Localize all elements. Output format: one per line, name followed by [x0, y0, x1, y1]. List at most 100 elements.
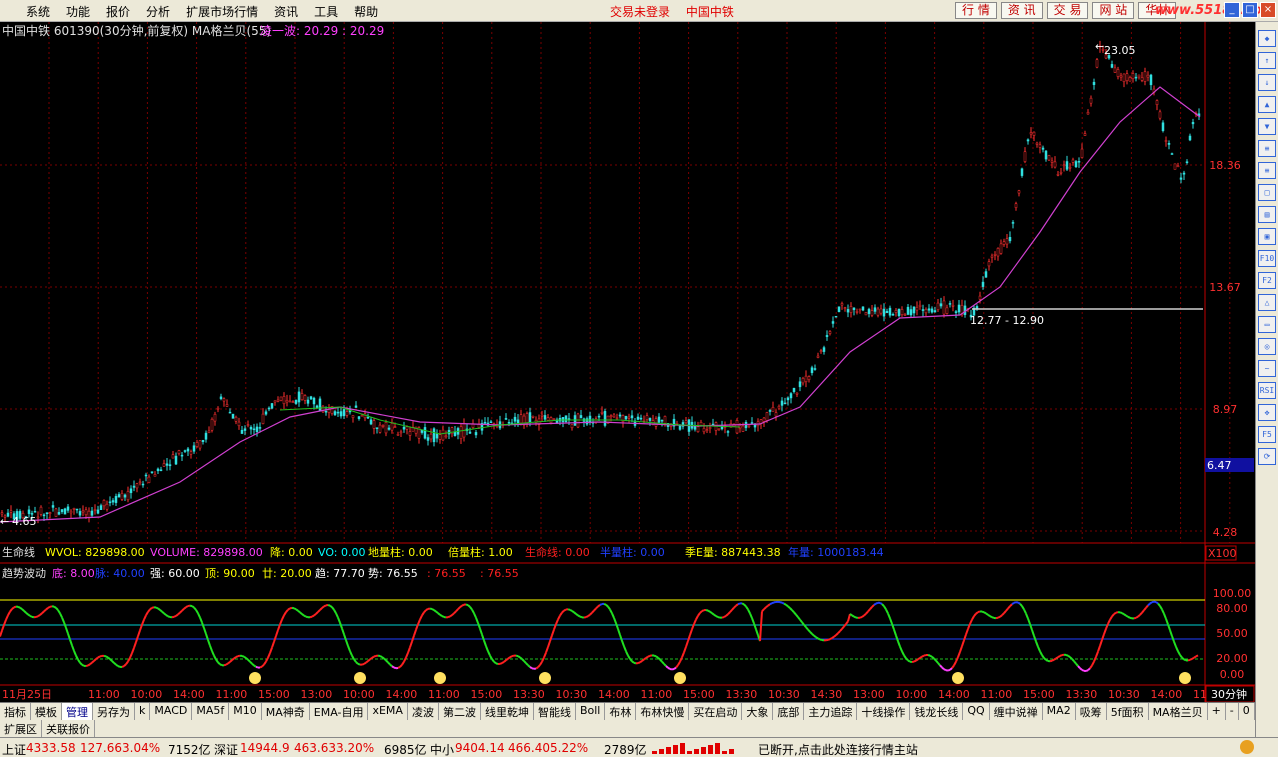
menu-help[interactable]: 帮助 [346, 3, 386, 20]
tab-item[interactable]: 指标 [0, 703, 31, 720]
nav-button[interactable]: + [1208, 703, 1226, 720]
right-tool-icon[interactable]: ▤ [1258, 206, 1276, 223]
nav-button[interactable]: - [1226, 703, 1239, 720]
candle-body [126, 491, 130, 501]
trend-segment [645, 655, 649, 659]
trend-segment [1109, 615, 1113, 621]
right-tool-icon[interactable]: ↓ [1258, 74, 1276, 91]
menu-quote[interactable]: 报价 [98, 3, 138, 20]
candle-body [123, 494, 127, 498]
right-tool-icon[interactable]: ≡ [1258, 140, 1276, 157]
period-label[interactable]: 30分钟 [1211, 687, 1247, 701]
tab-item[interactable]: xEMA [368, 703, 408, 720]
right-tool-icon[interactable]: ≡ [1258, 162, 1276, 179]
right-tool-icon[interactable]: ⟳ [1258, 448, 1276, 465]
tab-item[interactable]: 主力追踪 [804, 703, 858, 720]
right-tool-icon[interactable]: F5 [1258, 426, 1276, 443]
menu-extended-market[interactable]: 扩展市场行情 [178, 3, 266, 20]
candle-body [303, 395, 307, 401]
trend-segment [137, 629, 141, 637]
tab-item[interactable]: 缠中说禅 [990, 703, 1043, 720]
tab-item[interactable]: 买在启动 [689, 703, 743, 720]
maximize-icon[interactable]: □ [1242, 2, 1258, 18]
trend-segment [619, 634, 623, 642]
candle-body [1011, 222, 1015, 224]
right-tool-icon[interactable]: △ [1258, 294, 1276, 311]
tab-item[interactable]: MACD [150, 703, 193, 720]
menu-system[interactable]: 系统 [18, 3, 58, 20]
tab-item[interactable]: MA神奇 [262, 703, 310, 720]
signal-bar [687, 751, 692, 754]
tab-item[interactable]: 凌波 [408, 703, 439, 720]
candle-body [459, 426, 463, 439]
chart-area[interactable]: 中国中铁 601390(30分钟,前复权) MA格兰贝(55) 凌一波: 20.… [0, 22, 1255, 702]
trend-segment [339, 622, 343, 629]
trend-segment [265, 657, 269, 663]
tab-item[interactable]: 大象 [742, 703, 774, 720]
time-label: 13:30 [726, 688, 758, 701]
tab-item[interactable]: MA格兰贝 [1149, 703, 1208, 720]
tab-item[interactable]: 模板 [31, 703, 62, 720]
menu-function[interactable]: 功能 [58, 3, 98, 20]
tab-item[interactable]: 线里乾坤 [481, 703, 534, 720]
minimize-icon[interactable]: _ [1224, 2, 1240, 18]
tab-item[interactable]: EMA-自用 [310, 703, 369, 720]
tab-item[interactable]: 5f面积 [1107, 703, 1149, 720]
tab-item[interactable]: 底部 [773, 703, 805, 720]
notification-icon[interactable] [1240, 740, 1254, 754]
right-tool-icon[interactable]: ◎ [1258, 338, 1276, 355]
connection-status[interactable]: 已断开,点击此处连接行情主站 [758, 741, 918, 757]
tab-extended-area[interactable]: 扩展区 [0, 720, 42, 737]
candle-body [675, 423, 679, 425]
right-tool-icon[interactable]: F2 [1258, 272, 1276, 289]
trend-segment [931, 656, 935, 660]
tab-item[interactable]: 第二波 [439, 703, 481, 720]
tab-item[interactable]: MA2 [1043, 703, 1076, 720]
website-button[interactable]: 网 站 [1092, 2, 1135, 19]
trend-segment [615, 622, 619, 630]
right-tool-icon[interactable]: ▣ [1258, 228, 1276, 245]
trend-segment [413, 629, 417, 636]
right-tool-icon[interactable]: ↑ [1258, 52, 1276, 69]
trend-segment [1079, 667, 1083, 671]
right-tool-icon[interactable]: ▭ [1258, 316, 1276, 333]
trend-segment [863, 612, 867, 617]
tab-item[interactable]: 布林快慢 [636, 703, 690, 720]
candle-body [1038, 144, 1042, 148]
menu-news[interactable]: 资讯 [266, 3, 306, 20]
nav-button[interactable]: 0 [1239, 703, 1255, 720]
tab-item[interactable]: 吸筹 [1076, 703, 1107, 720]
trend-segment [811, 633, 815, 637]
right-tool-icon[interactable]: F10 [1258, 250, 1276, 267]
quote-button[interactable]: 行 情 [955, 2, 997, 19]
right-tool-icon[interactable]: ▼ [1258, 118, 1276, 135]
candle-body [168, 464, 172, 467]
trend-segment [85, 664, 89, 668]
tab-item[interactable]: 钱龙长线 [910, 703, 964, 720]
trend-y-100: 100.00 [1213, 587, 1252, 600]
right-tool-icon[interactable]: ◆ [1258, 30, 1276, 47]
right-tool-icon[interactable]: ~ [1258, 360, 1276, 377]
tab-item[interactable]: 智能线 [534, 703, 576, 720]
right-tool-icon[interactable]: ✥ [1258, 404, 1276, 421]
tab-item[interactable]: Boll [576, 703, 606, 720]
tab-related-quote[interactable]: 关联报价 [42, 720, 95, 737]
close-icon[interactable]: × [1260, 2, 1276, 18]
tab-item[interactable]: 布林 [605, 703, 637, 720]
news-button[interactable]: 资 讯 [1000, 2, 1043, 19]
trade-button[interactable]: 交 易 [1046, 2, 1089, 19]
right-tool-icon[interactable]: ▲ [1258, 96, 1276, 113]
tab-item[interactable]: M10 [229, 703, 262, 720]
trend-segment [897, 640, 901, 647]
candle-body [936, 302, 940, 311]
right-tool-icon[interactable]: □ [1258, 184, 1276, 201]
tab-item[interactable]: 十线操作 [857, 703, 911, 720]
menu-tools[interactable]: 工具 [306, 3, 346, 20]
tab-item[interactable]: QQ [963, 703, 990, 720]
right-tool-icon[interactable]: RSI [1258, 382, 1276, 399]
menu-analysis[interactable]: 分析 [138, 3, 178, 20]
tab-item[interactable]: 管理 [62, 703, 93, 720]
tab-item[interactable]: k [135, 703, 151, 720]
tab-item[interactable]: 另存为 [93, 703, 135, 720]
tab-item[interactable]: MA5f [192, 703, 230, 720]
